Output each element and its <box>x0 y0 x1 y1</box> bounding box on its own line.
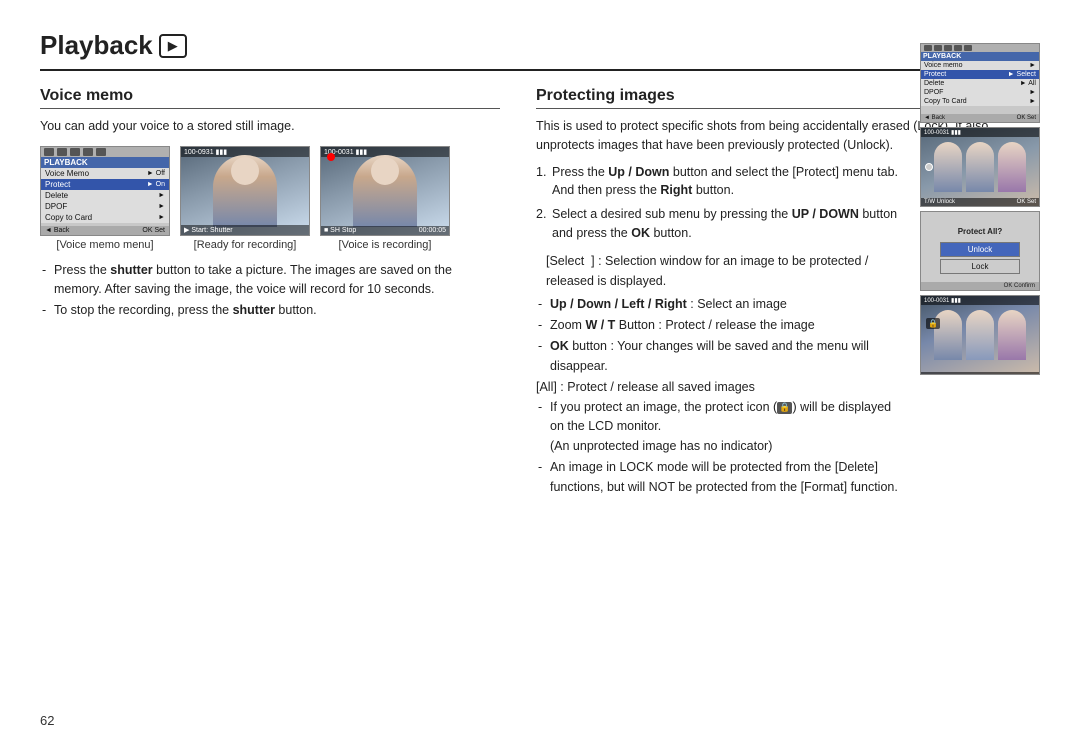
person-3c <box>998 310 1026 360</box>
small-menu-top <box>921 44 1039 52</box>
menu-label: PLAYBACK <box>41 157 169 168</box>
top-divider <box>40 69 1040 71</box>
small-menu-bottom: ◄ Back OK Set <box>921 114 1039 122</box>
protect-icon: 🔒 <box>777 402 792 414</box>
recording-dot <box>327 153 335 161</box>
person-3a <box>934 310 962 360</box>
cam-caption-2: [Ready for recording] <box>194 239 297 251</box>
all-bracket: [All] : Protect / release all saved imag… <box>536 380 900 394</box>
person-b <box>966 142 994 192</box>
protecting-images-section: Protecting images This is used to protec… <box>536 87 1040 501</box>
photo-overlay-bottom: T/W Unlock OK Set <box>921 198 1039 206</box>
small-item-dpof: DPOF► <box>921 88 1039 97</box>
unlock-button[interactable]: Unlock <box>940 242 1020 257</box>
page-number: 62 <box>40 713 54 728</box>
sub-bullet-ok: OK button : Your changes will be saved a… <box>536 337 900 376</box>
protect-photo-3: 100-0031 ▮▮▮ 🔒 <box>920 295 1040 375</box>
protect-content-wrap: Press the Up / Down button and select th… <box>536 163 1040 501</box>
lock-indicator: 🔒 <box>926 318 940 329</box>
shutter-bold-1: shutter <box>110 263 152 277</box>
protect-photo-screen: 100-0031 ▮▮▮ T/W Unlock OK Set <box>920 127 1040 207</box>
protect-menu-screen: PLAYBACK Voice memo► Protect► Select Del… <box>920 43 1040 123</box>
head-shape <box>231 157 259 185</box>
voice-memo-desc: You can add your voice to a stored still… <box>40 117 500 136</box>
up-down-bold-2: UP / DOWN <box>792 207 859 221</box>
photo-person-3 <box>321 147 449 235</box>
protect-info-bullets: If you protect an image, the protect ico… <box>536 398 900 497</box>
sound-icon <box>70 148 80 156</box>
cam-screen-menu: PLAYBACK Voice Memo ► Off Protect ► On D… <box>40 146 170 236</box>
small-menu-label: PLAYBACK <box>921 52 1039 61</box>
photo-overlay-top: 100-0031 ▮▮▮ <box>921 128 1039 137</box>
photo-3-overlay-top: 100-0031 ▮▮▮ <box>921 296 1039 305</box>
cam-overlay-bottom-3: ■ SH Stop 00:00:05 <box>321 226 449 235</box>
select-block: [Select ] : Selection window for an imag… <box>536 251 900 291</box>
right-bold: Right <box>660 183 692 197</box>
playback-icon: ▶ <box>159 34 187 58</box>
sub-bullet-updown: Up / Down / Left / Right : Select an ima… <box>536 295 900 314</box>
menu-item-dpof: DPOF ► <box>41 201 169 212</box>
voice-memo-section: Voice memo You can add your voice to a s… <box>40 87 500 501</box>
right-images: PLAYBACK Voice memo► Protect► Select Del… <box>920 43 1040 501</box>
macro-icon <box>83 148 93 156</box>
menu-item-voice: Voice Memo ► Off <box>41 168 169 179</box>
cam-image-2: 100-0931 ▮▮▮ ▶ Start: Shutter [Ready for… <box>180 146 310 251</box>
person-3b <box>966 310 994 360</box>
flash-icon <box>57 148 67 156</box>
menu-top-bar <box>41 147 169 157</box>
menu-item-protect: Protect ► On <box>41 179 169 190</box>
person-c <box>998 142 1026 192</box>
voice-memo-images: PLAYBACK Voice Memo ► Off Protect ► On D… <box>40 146 500 251</box>
small-item-copy: Copy To Card► <box>921 97 1039 106</box>
sub-bullets: Up / Down / Left / Right : Select an ima… <box>536 295 900 377</box>
sub-bullet-zoom: Zoom W / T Button : Protect / release th… <box>536 316 900 335</box>
select-circle-left <box>925 163 933 171</box>
small-item-delete: Delete► All <box>921 79 1039 88</box>
person-a <box>934 142 962 192</box>
photo-3-overlay-bottom <box>921 372 1039 374</box>
menu-item-copy: Copy to Card ► <box>41 212 169 223</box>
photo-people <box>921 128 1039 206</box>
lock-button[interactable]: Lock <box>940 259 1020 274</box>
step-2: Select a desired sub menu by pressing th… <box>536 205 900 243</box>
voice-memo-title: Voice memo <box>40 87 500 109</box>
settings-icon <box>96 148 106 156</box>
protect-all-dialog: Protect All? Unlock Lock OK Confirm <box>920 211 1040 291</box>
cam-screen-recording: 100-0031 ▮▮▮ ■ SH Stop 00:00:05 <box>320 146 450 236</box>
cam-screen-ready: 100-0931 ▮▮▮ ▶ Start: Shutter <box>180 146 310 236</box>
step-1: Press the Up / Down button and select th… <box>536 163 900 201</box>
page-title: Playback ▶ <box>40 30 1040 61</box>
protect-info-2: An image in LOCK mode will be protected … <box>536 458 900 497</box>
protect-all-label: Protect All? <box>958 227 1003 236</box>
small-item-voice: Voice memo► <box>921 61 1039 70</box>
person-shape-3 <box>353 155 417 227</box>
cam-overlay-bottom-2: ▶ Start: Shutter <box>181 225 309 235</box>
protect-text: Press the Up / Down button and select th… <box>536 163 900 501</box>
cam-caption-1: [Voice memo menu] <box>56 239 153 251</box>
photo-3-people <box>921 296 1039 374</box>
bullet-item-1: Press the shutter button to take a pictu… <box>40 261 500 299</box>
steps-list: Press the Up / Down button and select th… <box>536 163 900 243</box>
menu-bottom-bar: ◄ Back OK Set <box>41 226 169 235</box>
shutter-bold-2: shutter <box>233 303 275 317</box>
title-text: Playback <box>40 30 153 61</box>
cam-caption-3: [Voice is recording] <box>339 239 432 251</box>
bullet-item-2: To stop the recording, press the shutter… <box>40 301 500 320</box>
person-shape <box>213 155 277 227</box>
ok-bold: OK <box>631 226 650 240</box>
small-item-protect: Protect► Select <box>921 70 1039 79</box>
head-shape-3 <box>371 157 399 185</box>
voice-memo-bullets: Press the shutter button to take a pictu… <box>40 261 500 320</box>
protect-all-bottom: OK Confirm <box>921 282 1039 290</box>
cam-image-3: 100-0031 ▮▮▮ ■ SH Stop 00:00:05 [Voic <box>320 146 450 251</box>
mode-icon <box>44 148 54 156</box>
main-content: Voice memo You can add your voice to a s… <box>40 87 1040 501</box>
cam-image-1: PLAYBACK Voice Memo ► Off Protect ► On D… <box>40 146 170 251</box>
up-down-bold: Up / Down <box>608 165 669 179</box>
protect-info-1: If you protect an image, the protect ico… <box>536 398 900 456</box>
menu-item-delete: Delete ► <box>41 190 169 201</box>
photo-person-2 <box>181 147 309 235</box>
